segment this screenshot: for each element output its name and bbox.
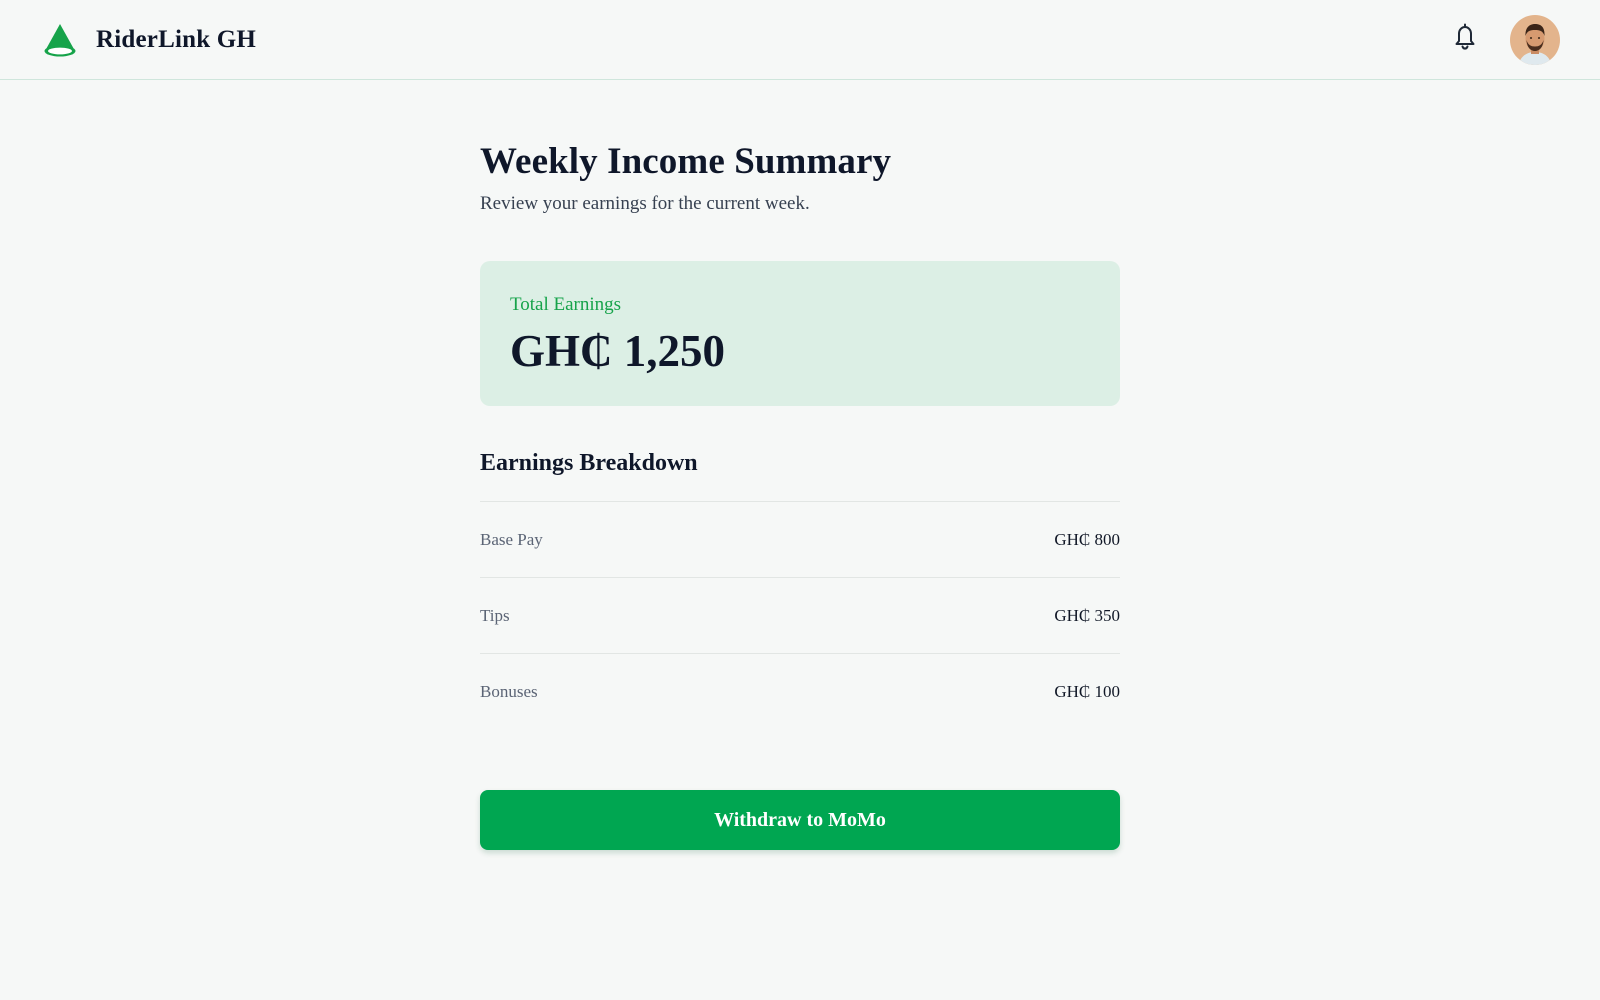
- page-title: Weekly Income Summary: [480, 141, 892, 182]
- notifications-button[interactable]: [1450, 20, 1480, 52]
- breakdown-row-base-pay: Base Pay GH₵ 800: [480, 502, 1120, 578]
- total-earnings-card: Total Earnings GH₵ 1,250: [480, 261, 1120, 406]
- user-avatar[interactable]: [1510, 15, 1560, 65]
- breakdown-label: Tips: [480, 605, 510, 625]
- breakdown-amount: GH₵ 800: [1054, 529, 1120, 549]
- app-name: RiderLink GH: [96, 26, 257, 53]
- brand[interactable]: RiderLink GH: [42, 22, 256, 58]
- profile-photo: [1510, 15, 1560, 65]
- breakdown-amount: GH₵ 350: [1054, 605, 1120, 625]
- breakdown-title: Earnings Breakdown: [480, 450, 698, 476]
- bell-icon: [1455, 23, 1475, 50]
- total-earnings-label: Total Earnings: [510, 294, 622, 315]
- breakdown-label: Bonuses: [480, 682, 538, 701]
- page-subtitle: Review your earnings for the current wee…: [480, 193, 810, 214]
- total-earnings-value: GH₵ 1,250: [510, 326, 726, 376]
- cone-logo-icon: [44, 24, 76, 57]
- withdraw-to-momo-button[interactable]: Withdraw to MoMo: [480, 790, 1120, 850]
- breakdown-label: Base Pay: [480, 529, 543, 549]
- breakdown-amount: GH₵ 100: [1054, 682, 1120, 701]
- top-bar: RiderLink GH: [0, 0, 1600, 80]
- breakdown-row-tips: Tips GH₵ 350: [480, 578, 1120, 654]
- earnings-breakdown-list: Base Pay GH₵ 800 Tips GH₵ 350 Bonuses GH…: [480, 501, 1120, 730]
- breakdown-row-bonuses: Bonuses GH₵ 100: [480, 654, 1120, 730]
